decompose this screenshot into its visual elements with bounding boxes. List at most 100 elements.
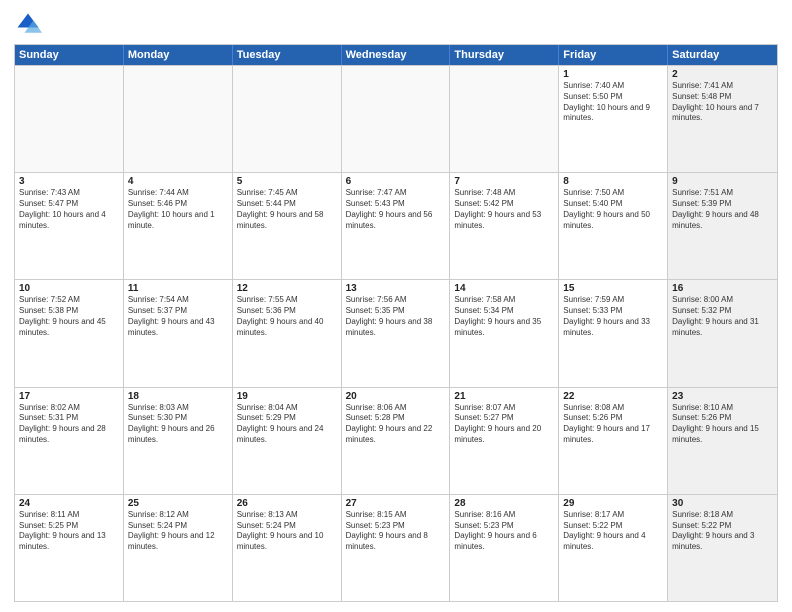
- cell-info: Sunrise: 7:51 AM Sunset: 5:39 PM Dayligh…: [672, 188, 773, 231]
- cell-info: Sunrise: 7:59 AM Sunset: 5:33 PM Dayligh…: [563, 295, 663, 338]
- day-number: 13: [346, 283, 446, 294]
- day-number: 28: [454, 498, 554, 509]
- cal-cell-5: 5Sunrise: 7:45 AM Sunset: 5:44 PM Daylig…: [233, 173, 342, 279]
- cell-info: Sunrise: 7:41 AM Sunset: 5:48 PM Dayligh…: [672, 81, 773, 124]
- day-number: 12: [237, 283, 337, 294]
- cal-header-saturday: Saturday: [668, 45, 777, 65]
- day-number: 5: [237, 176, 337, 187]
- day-number: 3: [19, 176, 119, 187]
- cell-info: Sunrise: 7:52 AM Sunset: 5:38 PM Dayligh…: [19, 295, 119, 338]
- day-number: 11: [128, 283, 228, 294]
- cal-row-0: 1Sunrise: 7:40 AM Sunset: 5:50 PM Daylig…: [15, 65, 777, 172]
- day-number: 9: [672, 176, 773, 187]
- cell-info: Sunrise: 8:06 AM Sunset: 5:28 PM Dayligh…: [346, 403, 446, 446]
- day-number: 29: [563, 498, 663, 509]
- cal-cell-19: 19Sunrise: 8:04 AM Sunset: 5:29 PM Dayli…: [233, 388, 342, 494]
- day-number: 24: [19, 498, 119, 509]
- cal-cell-empty-2: [233, 66, 342, 172]
- calendar-header-row: SundayMondayTuesdayWednesdayThursdayFrid…: [15, 45, 777, 65]
- cell-info: Sunrise: 7:56 AM Sunset: 5:35 PM Dayligh…: [346, 295, 446, 338]
- cell-info: Sunrise: 7:58 AM Sunset: 5:34 PM Dayligh…: [454, 295, 554, 338]
- day-number: 18: [128, 391, 228, 402]
- cal-cell-14: 14Sunrise: 7:58 AM Sunset: 5:34 PM Dayli…: [450, 280, 559, 386]
- cell-info: Sunrise: 8:16 AM Sunset: 5:23 PM Dayligh…: [454, 510, 554, 553]
- cell-info: Sunrise: 7:48 AM Sunset: 5:42 PM Dayligh…: [454, 188, 554, 231]
- cal-cell-27: 27Sunrise: 8:15 AM Sunset: 5:23 PM Dayli…: [342, 495, 451, 601]
- cal-header-tuesday: Tuesday: [233, 45, 342, 65]
- page: SundayMondayTuesdayWednesdayThursdayFrid…: [0, 0, 792, 612]
- cal-cell-9: 9Sunrise: 7:51 AM Sunset: 5:39 PM Daylig…: [668, 173, 777, 279]
- cell-info: Sunrise: 7:45 AM Sunset: 5:44 PM Dayligh…: [237, 188, 337, 231]
- cal-cell-11: 11Sunrise: 7:54 AM Sunset: 5:37 PM Dayli…: [124, 280, 233, 386]
- day-number: 22: [563, 391, 663, 402]
- cal-row-3: 17Sunrise: 8:02 AM Sunset: 5:31 PM Dayli…: [15, 387, 777, 494]
- day-number: 7: [454, 176, 554, 187]
- day-number: 30: [672, 498, 773, 509]
- cal-header-friday: Friday: [559, 45, 668, 65]
- cal-cell-10: 10Sunrise: 7:52 AM Sunset: 5:38 PM Dayli…: [15, 280, 124, 386]
- cal-cell-8: 8Sunrise: 7:50 AM Sunset: 5:40 PM Daylig…: [559, 173, 668, 279]
- cal-cell-24: 24Sunrise: 8:11 AM Sunset: 5:25 PM Dayli…: [15, 495, 124, 601]
- cell-info: Sunrise: 7:55 AM Sunset: 5:36 PM Dayligh…: [237, 295, 337, 338]
- cal-header-thursday: Thursday: [450, 45, 559, 65]
- cal-cell-12: 12Sunrise: 7:55 AM Sunset: 5:36 PM Dayli…: [233, 280, 342, 386]
- day-number: 8: [563, 176, 663, 187]
- day-number: 20: [346, 391, 446, 402]
- cell-info: Sunrise: 8:02 AM Sunset: 5:31 PM Dayligh…: [19, 403, 119, 446]
- cal-cell-4: 4Sunrise: 7:44 AM Sunset: 5:46 PM Daylig…: [124, 173, 233, 279]
- cal-header-sunday: Sunday: [15, 45, 124, 65]
- cell-info: Sunrise: 8:00 AM Sunset: 5:32 PM Dayligh…: [672, 295, 773, 338]
- logo: [14, 10, 46, 38]
- cell-info: Sunrise: 7:40 AM Sunset: 5:50 PM Dayligh…: [563, 81, 663, 124]
- day-number: 23: [672, 391, 773, 402]
- cell-info: Sunrise: 8:04 AM Sunset: 5:29 PM Dayligh…: [237, 403, 337, 446]
- cal-cell-18: 18Sunrise: 8:03 AM Sunset: 5:30 PM Dayli…: [124, 388, 233, 494]
- day-number: 4: [128, 176, 228, 187]
- day-number: 1: [563, 69, 663, 80]
- cell-info: Sunrise: 7:54 AM Sunset: 5:37 PM Dayligh…: [128, 295, 228, 338]
- day-number: 6: [346, 176, 446, 187]
- cell-info: Sunrise: 8:07 AM Sunset: 5:27 PM Dayligh…: [454, 403, 554, 446]
- logo-icon: [14, 10, 42, 38]
- calendar: SundayMondayTuesdayWednesdayThursdayFrid…: [14, 44, 778, 602]
- cal-cell-17: 17Sunrise: 8:02 AM Sunset: 5:31 PM Dayli…: [15, 388, 124, 494]
- cal-cell-20: 20Sunrise: 8:06 AM Sunset: 5:28 PM Dayli…: [342, 388, 451, 494]
- cell-info: Sunrise: 8:10 AM Sunset: 5:26 PM Dayligh…: [672, 403, 773, 446]
- cell-info: Sunrise: 8:13 AM Sunset: 5:24 PM Dayligh…: [237, 510, 337, 553]
- cal-cell-7: 7Sunrise: 7:48 AM Sunset: 5:42 PM Daylig…: [450, 173, 559, 279]
- cal-cell-3: 3Sunrise: 7:43 AM Sunset: 5:47 PM Daylig…: [15, 173, 124, 279]
- cal-row-1: 3Sunrise: 7:43 AM Sunset: 5:47 PM Daylig…: [15, 172, 777, 279]
- cell-info: Sunrise: 7:43 AM Sunset: 5:47 PM Dayligh…: [19, 188, 119, 231]
- calendar-body: 1Sunrise: 7:40 AM Sunset: 5:50 PM Daylig…: [15, 65, 777, 601]
- cal-cell-13: 13Sunrise: 7:56 AM Sunset: 5:35 PM Dayli…: [342, 280, 451, 386]
- cal-row-2: 10Sunrise: 7:52 AM Sunset: 5:38 PM Dayli…: [15, 279, 777, 386]
- day-number: 25: [128, 498, 228, 509]
- cal-cell-empty-0: [15, 66, 124, 172]
- day-number: 17: [19, 391, 119, 402]
- cal-cell-30: 30Sunrise: 8:18 AM Sunset: 5:22 PM Dayli…: [668, 495, 777, 601]
- cal-cell-26: 26Sunrise: 8:13 AM Sunset: 5:24 PM Dayli…: [233, 495, 342, 601]
- cell-info: Sunrise: 7:50 AM Sunset: 5:40 PM Dayligh…: [563, 188, 663, 231]
- day-number: 10: [19, 283, 119, 294]
- cell-info: Sunrise: 7:44 AM Sunset: 5:46 PM Dayligh…: [128, 188, 228, 231]
- cal-cell-15: 15Sunrise: 7:59 AM Sunset: 5:33 PM Dayli…: [559, 280, 668, 386]
- cal-cell-2: 2Sunrise: 7:41 AM Sunset: 5:48 PM Daylig…: [668, 66, 777, 172]
- day-number: 16: [672, 283, 773, 294]
- cal-cell-6: 6Sunrise: 7:47 AM Sunset: 5:43 PM Daylig…: [342, 173, 451, 279]
- cal-cell-empty-1: [124, 66, 233, 172]
- day-number: 2: [672, 69, 773, 80]
- cell-info: Sunrise: 8:15 AM Sunset: 5:23 PM Dayligh…: [346, 510, 446, 553]
- cal-row-4: 24Sunrise: 8:11 AM Sunset: 5:25 PM Dayli…: [15, 494, 777, 601]
- cal-cell-16: 16Sunrise: 8:00 AM Sunset: 5:32 PM Dayli…: [668, 280, 777, 386]
- cell-info: Sunrise: 8:12 AM Sunset: 5:24 PM Dayligh…: [128, 510, 228, 553]
- cal-cell-28: 28Sunrise: 8:16 AM Sunset: 5:23 PM Dayli…: [450, 495, 559, 601]
- cal-cell-22: 22Sunrise: 8:08 AM Sunset: 5:26 PM Dayli…: [559, 388, 668, 494]
- cell-info: Sunrise: 7:47 AM Sunset: 5:43 PM Dayligh…: [346, 188, 446, 231]
- cell-info: Sunrise: 8:03 AM Sunset: 5:30 PM Dayligh…: [128, 403, 228, 446]
- cal-cell-21: 21Sunrise: 8:07 AM Sunset: 5:27 PM Dayli…: [450, 388, 559, 494]
- day-number: 21: [454, 391, 554, 402]
- cell-info: Sunrise: 8:18 AM Sunset: 5:22 PM Dayligh…: [672, 510, 773, 553]
- cal-cell-empty-3: [342, 66, 451, 172]
- cal-cell-empty-4: [450, 66, 559, 172]
- cell-info: Sunrise: 8:17 AM Sunset: 5:22 PM Dayligh…: [563, 510, 663, 553]
